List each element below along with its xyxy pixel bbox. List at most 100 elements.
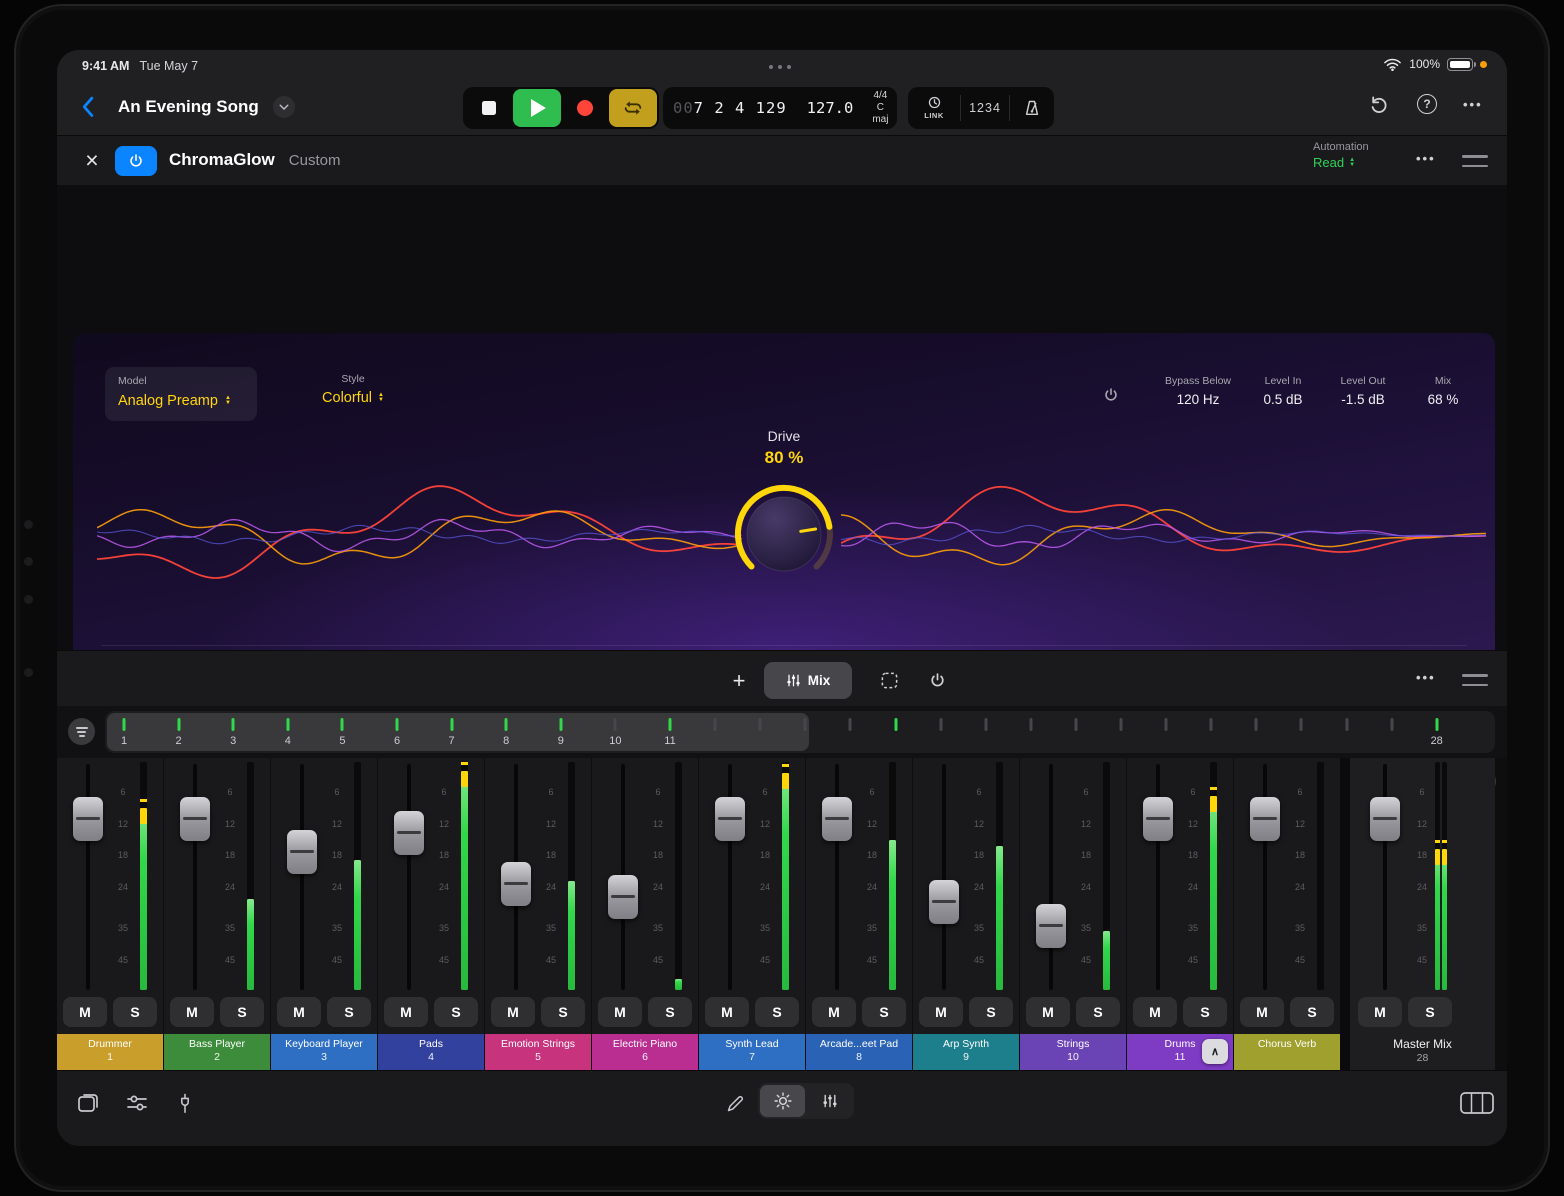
stop-button[interactable] <box>465 89 513 127</box>
solo-button[interactable]: S <box>1076 997 1120 1027</box>
mute-button[interactable]: M <box>705 997 749 1027</box>
solo-button[interactable]: S <box>648 997 692 1027</box>
close-plugin-button[interactable]: × <box>79 145 105 175</box>
channel-strip-keyboard-player[interactable]: 61218243545MSKeyboard Player3 <box>271 758 377 1070</box>
controls-button[interactable] <box>122 1088 152 1118</box>
drive-knob[interactable] <box>729 479 839 589</box>
param-value[interactable]: -1.5 dB <box>1335 392 1391 407</box>
track-header[interactable]: Keyboard Player3 <box>271 1034 377 1070</box>
overview-track-number[interactable]: 11 <box>664 735 675 747</box>
key-signature-display[interactable]: 4/4 C maj <box>863 90 897 126</box>
mute-button[interactable]: M <box>277 997 321 1027</box>
channel-strip-drums[interactable]: 61218243545MSDrums11∧ <box>1127 758 1233 1070</box>
automation-mode[interactable]: Read <box>1313 155 1344 170</box>
master-strip[interactable]: 61218243545MSMaster Mix28 <box>1350 758 1495 1070</box>
overview-track-number[interactable]: 10 <box>609 735 621 747</box>
automation-control[interactable]: Automation Read ▲▼ <box>1313 141 1369 170</box>
track-header[interactable]: Chorus Verb <box>1234 1034 1340 1070</box>
mute-button[interactable]: M <box>1133 997 1177 1027</box>
keyboard-button[interactable] <box>1455 1088 1499 1118</box>
channel-strip-electric-piano[interactable]: 61218243545MSElectric Piano6 <box>592 758 698 1070</box>
mix-view-button[interactable]: Mix <box>764 662 852 699</box>
input-button[interactable] <box>170 1088 200 1118</box>
track-header[interactable]: Master Mix28 <box>1350 1034 1495 1070</box>
channel-strip-pads[interactable]: 61218243545MSPads4 <box>378 758 484 1070</box>
volume-fader[interactable] <box>287 830 317 874</box>
model-selector[interactable]: Model Analog Preamp ▲▼ <box>105 367 257 421</box>
volume-fader[interactable] <box>1250 797 1280 841</box>
mixer-more-button[interactable]: ••• <box>1416 670 1436 685</box>
mute-button[interactable]: M <box>598 997 642 1027</box>
overview-track-number[interactable]: 9 <box>558 735 564 747</box>
overview-track-number[interactable]: 7 <box>449 735 455 747</box>
mute-button[interactable]: M <box>1358 997 1402 1027</box>
metronome-button[interactable] <box>1010 99 1054 117</box>
mute-button[interactable]: M <box>919 997 963 1027</box>
solo-button[interactable]: S <box>862 997 906 1027</box>
count-in-button[interactable]: 1234 <box>961 101 1009 115</box>
overview-track-number[interactable]: 2 <box>176 735 182 747</box>
track-header[interactable]: Arcade...eet Pad8 <box>806 1034 912 1070</box>
mute-button[interactable]: M <box>63 997 107 1027</box>
channel-strip-emotion-strings[interactable]: 61218243545MSEmotion Strings5 <box>485 758 591 1070</box>
mixer-power-button[interactable] <box>914 662 960 699</box>
channel-strip-strings[interactable]: 61218243545MSStrings10 <box>1020 758 1126 1070</box>
channel-strip-synth-lead[interactable]: 61218243545MSSynth Lead7 <box>699 758 805 1070</box>
track-header[interactable]: Strings10 <box>1020 1034 1126 1070</box>
help-button[interactable]: ? <box>1417 94 1437 114</box>
param-value[interactable]: 120 Hz <box>1165 392 1231 407</box>
solo-button[interactable]: S <box>1290 997 1334 1027</box>
volume-fader[interactable] <box>608 875 638 919</box>
overview-track-number[interactable]: 4 <box>285 735 291 747</box>
solo-button[interactable]: S <box>434 997 478 1027</box>
song-menu-button[interactable] <box>273 96 295 118</box>
solo-button[interactable]: S <box>755 997 799 1027</box>
overview-track-number[interactable]: 28 <box>1431 735 1443 747</box>
mute-button[interactable]: M <box>170 997 214 1027</box>
track-header[interactable]: Pads4 <box>378 1034 484 1070</box>
toolbar-more-button[interactable]: ••• <box>1463 97 1483 112</box>
solo-button[interactable]: S <box>220 997 264 1027</box>
model-value[interactable]: Analog Preamp <box>118 393 218 409</box>
solo-button[interactable]: S <box>113 997 157 1027</box>
tempo-display[interactable]: 127.0 <box>797 99 864 117</box>
param-value[interactable]: 68 % <box>1415 392 1471 407</box>
channel-strip-arcade-eet-pad[interactable]: 61218243545MSArcade...eet Pad8 <box>806 758 912 1070</box>
track-header[interactable]: Emotion Strings5 <box>485 1034 591 1070</box>
bypass-power-button[interactable] <box>1103 387 1119 408</box>
volume-fader[interactable] <box>501 862 531 906</box>
solo-button[interactable]: S <box>541 997 585 1027</box>
overview-track-number[interactable]: 8 <box>503 735 509 747</box>
track-header[interactable]: Synth Lead7 <box>699 1034 805 1070</box>
mute-button[interactable]: M <box>384 997 428 1027</box>
channel-strip-bass-player[interactable]: 61218243545MSBass Player2 <box>164 758 270 1070</box>
mixer-panel-button[interactable] <box>807 1085 852 1117</box>
multitasking-indicator[interactable] <box>769 65 791 69</box>
solo-button[interactable]: S <box>969 997 1013 1027</box>
mute-button[interactable]: M <box>1240 997 1284 1027</box>
drive-value[interactable]: 80 % <box>73 448 1495 468</box>
mute-button[interactable]: M <box>1026 997 1070 1027</box>
playhead-position[interactable]: 007 2 4 129 <box>663 99 797 117</box>
volume-fader[interactable] <box>1036 904 1066 948</box>
plugin-power-button[interactable] <box>115 146 157 176</box>
record-button[interactable] <box>561 89 609 127</box>
volume-fader[interactable] <box>715 797 745 841</box>
track-header[interactable]: Electric Piano6 <box>592 1034 698 1070</box>
play-button[interactable] <box>513 89 561 127</box>
overview-track-number[interactable]: 3 <box>230 735 236 747</box>
overview-track-number[interactable]: 1 <box>121 735 127 747</box>
volume-fader[interactable] <box>180 797 210 841</box>
mixer-drag-handle[interactable] <box>1462 674 1488 686</box>
overview-filter-button[interactable] <box>68 718 95 745</box>
browser-button[interactable] <box>73 1088 103 1118</box>
track-header[interactable]: Bass Player2 <box>164 1034 270 1070</box>
plugin-more-button[interactable]: ••• <box>1416 151 1436 166</box>
mute-button[interactable]: M <box>812 997 856 1027</box>
channel-strip-chorus-verb[interactable]: 61218243545MSChorus Verb <box>1234 758 1340 1070</box>
solo-button[interactable]: S <box>327 997 371 1027</box>
volume-fader[interactable] <box>73 797 103 841</box>
track-header[interactable]: Drummer1 <box>57 1034 163 1070</box>
multiselect-button[interactable] <box>866 662 912 699</box>
smart-controls-button[interactable] <box>760 1085 805 1117</box>
